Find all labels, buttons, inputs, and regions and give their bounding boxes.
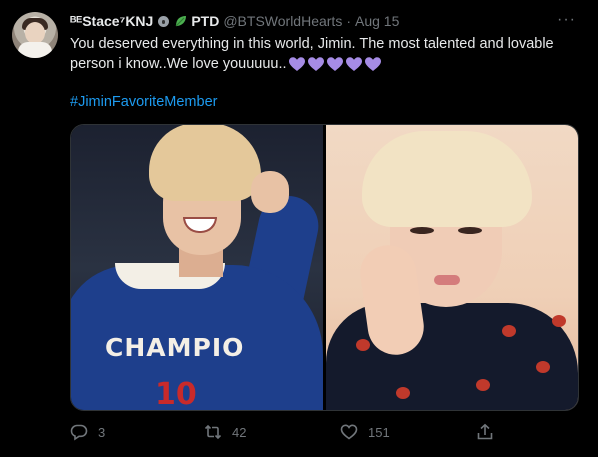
user-handle[interactable]: @BTSWorldHearts [223, 13, 342, 29]
share-icon [477, 423, 493, 440]
display-name[interactable]: ᴮᴱStace⁷KNJ [70, 13, 153, 29]
media-photo-right[interactable] [326, 125, 578, 410]
media-grid: CHAMPIO 10 [70, 124, 579, 411]
tweet-text: You deserved everything in this world, J… [70, 34, 580, 74]
tweet[interactable]: ᴮᴱStace⁷KNJ PTD @BTSWorldHearts · Aug 15… [0, 0, 598, 457]
like-count: 151 [368, 424, 390, 440]
retweet-button[interactable]: 42 [204, 422, 246, 442]
purple-heart-icon [326, 56, 343, 71]
reply-button[interactable]: 3 [70, 422, 105, 442]
purple-hearts [288, 56, 381, 72]
purple-heart-icon [364, 56, 381, 71]
hashtag-link[interactable]: #JiminFavoriteMember [70, 94, 217, 110]
share-button[interactable] [476, 422, 494, 442]
separator-dot: · [346, 13, 351, 29]
reply-count: 3 [98, 424, 106, 440]
shirt-number: 10 [155, 377, 197, 410]
retweet-count: 42 [232, 424, 247, 440]
reply-icon [70, 424, 88, 441]
tweet-actions: 3 42 151 [70, 422, 510, 442]
like-button[interactable]: 151 [340, 422, 390, 442]
tweet-header: ᴮᴱStace⁷KNJ PTD @BTSWorldHearts · Aug 15 [70, 11, 399, 31]
like-icon [340, 424, 358, 440]
purple-heart-icon [307, 56, 324, 71]
tweet-date[interactable]: Aug 15 [355, 13, 399, 29]
koala-icon [156, 14, 171, 28]
retweet-icon [204, 424, 222, 440]
purple-heart-icon [288, 56, 305, 71]
shirt-text: CHAMPIO [105, 333, 245, 362]
purple-heart-icon [345, 56, 362, 71]
avatar[interactable] [12, 12, 58, 58]
media-photo-left[interactable]: CHAMPIO 10 [71, 125, 323, 410]
more-options-icon[interactable]: ··· [557, 11, 576, 29]
display-name-suffix[interactable]: PTD [191, 13, 219, 29]
leaf-icon [175, 16, 187, 27]
